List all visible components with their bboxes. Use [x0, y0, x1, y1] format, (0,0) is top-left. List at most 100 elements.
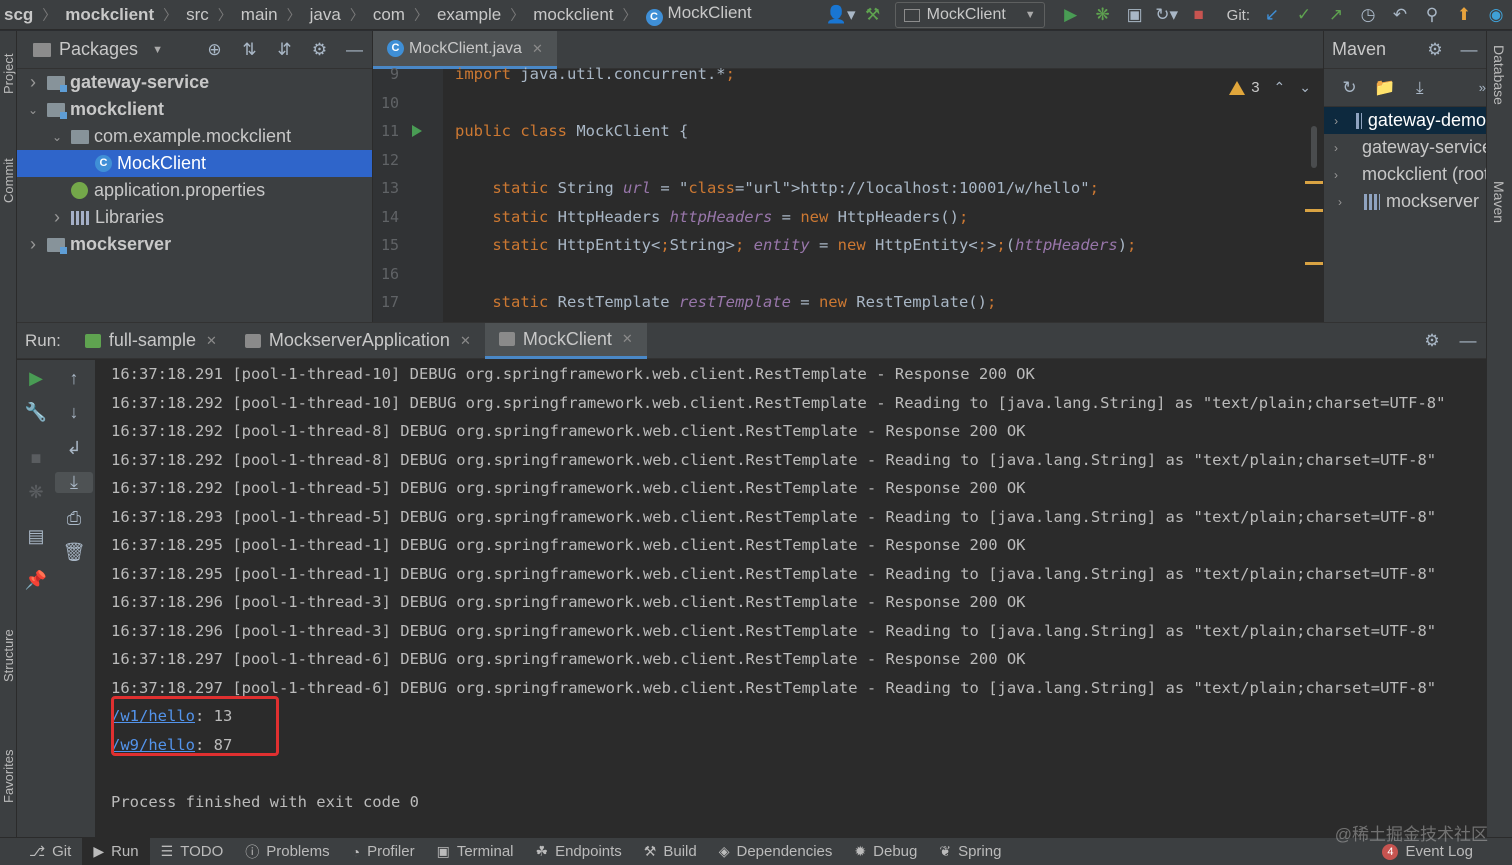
stop-icon[interactable]: ■ — [1183, 0, 1215, 30]
breadcrumb-item[interactable]: example — [437, 5, 501, 25]
debug-rerun-icon[interactable]: ❋ — [17, 482, 55, 503]
print-icon[interactable]: ⎙ — [55, 508, 93, 529]
tool-tab-profiler[interactable]: ◔ Profiler — [341, 838, 426, 865]
chevron-right-icon[interactable]: › — [51, 207, 63, 228]
breadcrumb-item[interactable]: C MockClient — [645, 3, 752, 26]
coverage-icon[interactable]: ▣ — [1119, 0, 1151, 30]
close-icon[interactable]: ✕ — [532, 41, 543, 57]
gear-icon[interactable]: ⚙ — [1414, 331, 1450, 351]
collapse-all-icon[interactable]: ⇵ — [267, 40, 302, 60]
tool-tab-spring[interactable]: ❦ Spring — [928, 838, 1012, 865]
tool-tab-build[interactable]: ⚒ Build — [633, 838, 708, 865]
tree-node-module[interactable]: ⌄ mockclient — [17, 96, 372, 123]
tree-node-library[interactable]: › Libraries — [17, 204, 372, 231]
project-view-selector[interactable]: Packages ▼ — [33, 39, 163, 60]
side-tab-structure[interactable]: Structure — [0, 611, 17, 701]
run-tab[interactable]: full-sample ✕ — [71, 323, 231, 359]
git-commit-icon[interactable]: ✓ — [1288, 0, 1320, 30]
editor-scrollbar[interactable] — [1311, 126, 1317, 168]
arrow-up-icon[interactable]: ↑ — [55, 368, 93, 389]
console-output[interactable]: 16:37:18.291 [pool-1-thread-10] DEBUG or… — [111, 360, 1486, 838]
soft-wrap-icon[interactable]: ↲ — [55, 438, 93, 459]
maven-project-item[interactable]: › mockclient (root) — [1324, 161, 1486, 188]
warning-marker[interactable] — [1305, 181, 1323, 184]
generate-sources-icon[interactable]: 📁 — [1367, 78, 1402, 98]
chevron-right-icon[interactable]: › — [1334, 114, 1338, 128]
tree-node-package[interactable]: ⌄ com.example.mockclient — [17, 123, 372, 150]
tool-tab-dependencies[interactable]: ◈ Dependencies — [708, 838, 844, 865]
tree-node-properties[interactable]: application.properties — [17, 177, 372, 204]
breadcrumb-item[interactable]: scg — [4, 5, 33, 25]
hide-panel-icon[interactable]: — — [1452, 40, 1486, 60]
arrow-down-icon[interactable]: ↓ — [55, 402, 93, 423]
pin-icon[interactable]: 📌 — [17, 570, 55, 591]
editor-tab-mockclient[interactable]: C MockClient.java ✕ — [373, 31, 557, 69]
tool-tab-git[interactable]: ⎇ Git — [18, 838, 82, 865]
gear-icon[interactable]: ⚙ — [1418, 40, 1452, 60]
download-icon[interactable]: ⤓ — [1402, 78, 1437, 98]
tool-tab-debug[interactable]: ✹ Debug — [843, 838, 928, 865]
git-update-icon[interactable]: ↙ — [1256, 0, 1288, 30]
build-hammer-icon[interactable]: ⚒ — [857, 0, 889, 30]
breadcrumb-item[interactable]: com — [373, 5, 405, 25]
update-icon[interactable]: ⬆ — [1448, 0, 1480, 30]
side-tab-favorites[interactable]: Favorites — [0, 731, 17, 821]
more-icon[interactable]: » — [1437, 80, 1486, 95]
breadcrumb-item[interactable]: java — [310, 5, 341, 25]
breadcrumb-item[interactable]: mockclient — [65, 5, 154, 25]
side-tab-commit[interactable]: Commit — [0, 141, 17, 221]
user-icon[interactable]: 👤▾ — [825, 0, 857, 30]
chevron-right-icon[interactable]: › — [1334, 195, 1346, 209]
hide-panel-icon[interactable]: — — [337, 40, 372, 60]
run-icon[interactable]: ▶ — [1055, 0, 1087, 30]
chevron-down-icon[interactable]: ⌄ — [51, 130, 63, 144]
chevron-right-icon[interactable]: › — [1334, 141, 1338, 155]
chevron-right-icon[interactable]: › — [1334, 168, 1338, 182]
expand-all-icon[interactable]: ⇅ — [232, 40, 267, 60]
maven-project-item[interactable]: › gateway-demo — [1324, 107, 1486, 134]
tool-tab-endpoints[interactable]: ☘ Endpoints — [525, 838, 633, 865]
maven-project-item[interactable]: › mockserver — [1324, 188, 1486, 215]
hide-panel-icon[interactable]: — — [1450, 331, 1486, 351]
git-push-icon[interactable]: ↗ — [1320, 0, 1352, 30]
chevron-down-icon[interactable]: ⌄ — [27, 103, 39, 117]
breadcrumb-item[interactable]: main — [241, 5, 278, 25]
warning-marker[interactable] — [1305, 262, 1323, 265]
locate-icon[interactable]: ⊕ — [197, 40, 232, 60]
warning-marker[interactable] — [1305, 209, 1323, 212]
tool-tab-terminal[interactable]: ▣ Terminal — [426, 838, 525, 865]
chevron-right-icon[interactable]: › — [27, 234, 39, 255]
breadcrumb-item[interactable]: mockclient — [533, 5, 613, 25]
history-icon[interactable]: ◷ — [1352, 0, 1384, 30]
trash-icon[interactable]: 🗑 — [55, 542, 93, 563]
chevron-up-icon[interactable]: ⌃ — [1274, 79, 1286, 96]
profile-icon[interactable]: ↻▾ — [1151, 0, 1183, 30]
rerun-icon[interactable]: ▶ — [17, 368, 55, 389]
layout-icon[interactable]: ▤ — [17, 526, 55, 547]
rollback-icon[interactable]: ↶ — [1384, 0, 1416, 30]
reload-icon[interactable]: ↻ — [1332, 78, 1367, 98]
close-icon[interactable]: ✕ — [460, 333, 471, 349]
tool-tab-run[interactable]: ▶ Run — [82, 837, 150, 865]
maven-project-item[interactable]: › gateway-service — [1324, 134, 1486, 161]
stop-icon[interactable]: ■ — [17, 448, 55, 469]
tool-tab-todo[interactable]: ☰ TODO — [150, 838, 235, 865]
debug-icon[interactable]: ❋ — [1087, 0, 1119, 30]
plugin-icon[interactable]: ◉ — [1480, 0, 1512, 30]
run-gutter-icon[interactable] — [412, 125, 422, 137]
gear-icon[interactable]: ⚙ — [302, 40, 337, 60]
run-tab[interactable]: MockserverApplication ✕ — [231, 323, 485, 359]
run-tab[interactable]: MockClient ✕ — [484, 322, 647, 359]
scroll-to-end-icon[interactable]: ⤓ — [55, 472, 93, 493]
side-tab-project[interactable]: Project — [0, 39, 17, 109]
run-configuration-select[interactable]: MockClient ▼ — [894, 2, 1045, 28]
modify-config-icon[interactable]: 🔧 — [17, 402, 55, 423]
inspection-widget[interactable]: 3 ⌃ ⌄ — [1229, 79, 1311, 96]
close-icon[interactable]: ✕ — [206, 333, 217, 349]
close-icon[interactable]: ✕ — [622, 331, 633, 347]
side-tab-database[interactable]: Database — [1491, 45, 1507, 105]
tree-node-module[interactable]: › mockserver — [17, 231, 372, 258]
side-tab-maven[interactable]: Maven — [1491, 181, 1507, 223]
chevron-right-icon[interactable]: › — [27, 72, 39, 93]
tool-tab-problems[interactable]: ⓘ Problems — [234, 838, 340, 865]
